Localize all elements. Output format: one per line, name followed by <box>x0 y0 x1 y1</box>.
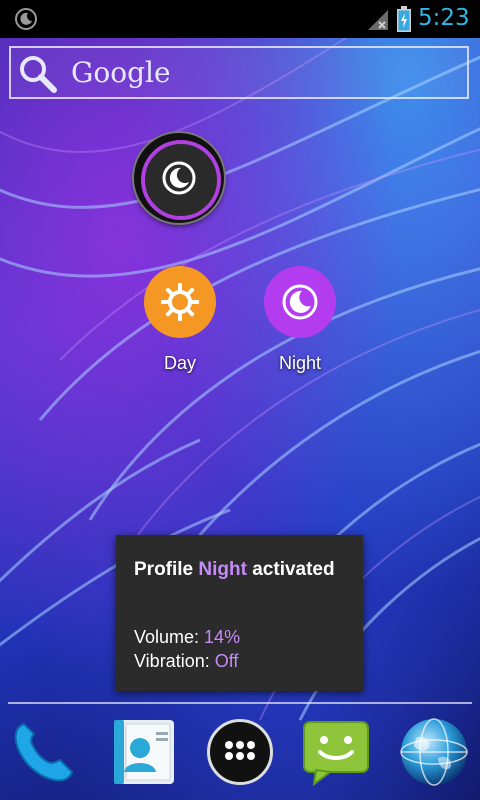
shortcut-day[interactable]: Day <box>130 266 230 374</box>
moon-icon <box>15 8 37 30</box>
toast-volume: Volume: 14% <box>134 627 240 648</box>
profile-activated-toast: Profile Night activated Volume: 14% Vibr… <box>116 535 363 691</box>
moon-icon <box>162 161 196 195</box>
night-shortcut-circle <box>264 266 336 338</box>
browser-globe-icon[interactable] <box>398 716 470 788</box>
search-icon <box>20 56 57 93</box>
all-apps-button[interactable] <box>207 719 273 785</box>
status-bar: 5:23 <box>0 0 480 38</box>
moon-icon <box>282 284 318 320</box>
profile-toggle-widget[interactable] <box>134 133 224 223</box>
shortcut-label-day: Day <box>163 353 196 373</box>
toast-vibration: Vibration: Off <box>134 651 238 672</box>
phone-icon[interactable] <box>8 716 80 788</box>
toast-vibration-value: Off <box>214 651 239 671</box>
toast-title-suffix: activated <box>246 559 335 580</box>
contacts-icon[interactable] <box>108 716 180 788</box>
toast-vibration-label: Vibration: <box>134 651 215 671</box>
sun-gear-icon <box>161 283 199 321</box>
toast-volume-label: Volume: <box>134 627 205 647</box>
shortcut-label-night: Night <box>278 353 322 373</box>
shortcut-night[interactable]: Night <box>250 266 350 374</box>
search-label: Google <box>71 56 171 89</box>
all-apps-icon <box>225 741 255 760</box>
battery-charging-icon <box>397 6 411 32</box>
toast-volume-value: 14% <box>204 627 241 647</box>
google-search-bar[interactable]: Google <box>9 46 469 99</box>
clock-time: 5:23 <box>418 5 470 31</box>
messaging-icon[interactable] <box>300 716 372 788</box>
day-shortcut-circle <box>144 266 216 338</box>
toast-profile-name: Night <box>198 559 247 580</box>
signal-no-data-icon <box>368 10 388 30</box>
dock-divider <box>8 702 472 704</box>
toast-title-prefix: Profile <box>134 559 199 580</box>
toast-title: Profile Night activated <box>134 559 335 581</box>
